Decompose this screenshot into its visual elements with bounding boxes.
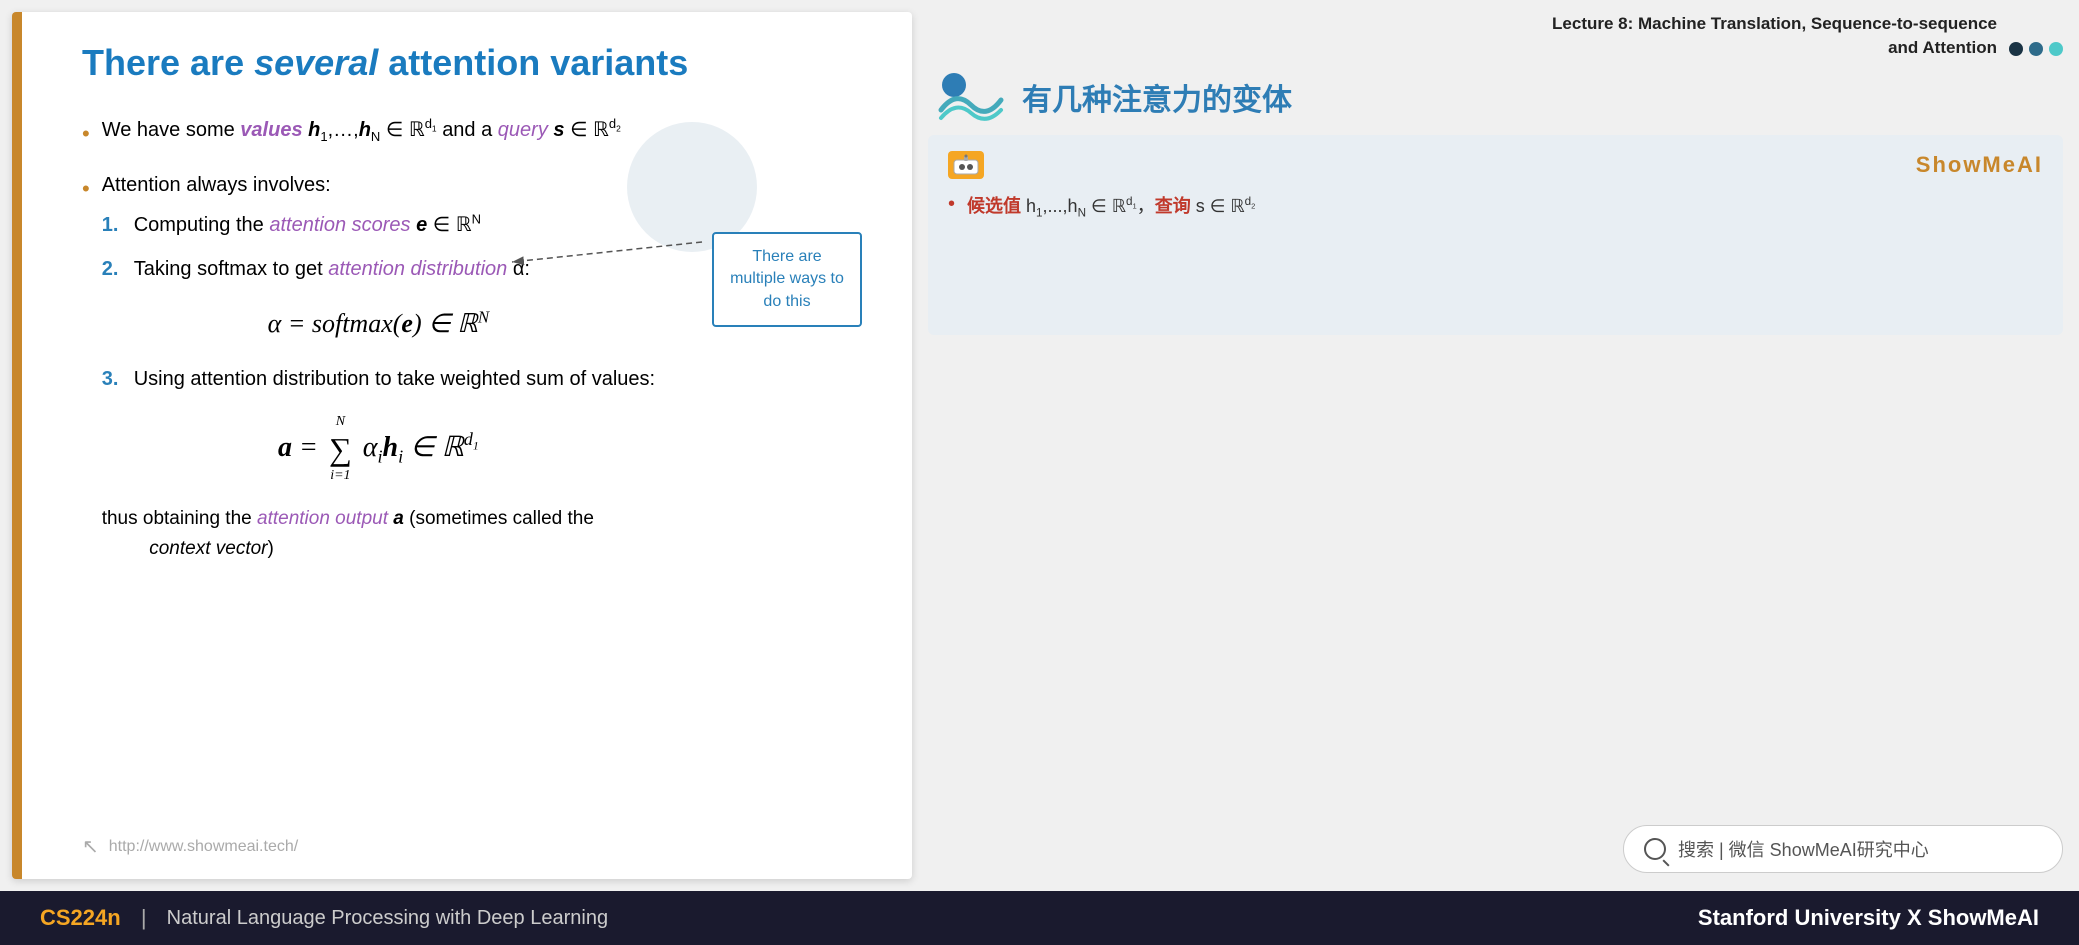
dot-2 (2029, 42, 2043, 56)
footer-x: X (1907, 905, 1928, 930)
sum-symbol: N ∑ i=1 (329, 411, 352, 488)
footer: CS224n | Natural Language Processing wit… (0, 891, 2079, 945)
attention-output-text: attention output (257, 508, 388, 529)
footer-course-code: CS224n (40, 905, 121, 931)
bullet-dot-2: • (82, 171, 90, 206)
annotation-box: There are multiple ways to do this (712, 232, 862, 327)
footer-right: Stanford University X ShowMeAI (1698, 905, 2039, 931)
query-text: query (498, 119, 548, 141)
title-italic: several (254, 42, 378, 83)
showmeai-card: ShowMeAI • 候选值 h1,...,hN ∈ ℝd1，查询 s ∈ ℝd… (928, 135, 2063, 335)
dot-3 (2049, 42, 2063, 56)
card-bullet-dot: • (948, 193, 955, 216)
bullet-1: • We have some values h1,…,hN ∈ ℝd1 and … (82, 114, 862, 151)
footer-left: CS224n | Natural Language Processing wit… (40, 905, 608, 931)
spacer (928, 345, 2063, 815)
right-panel: Lecture 8: Machine Translation, Sequence… (912, 0, 2079, 891)
lecture-dots (2009, 42, 2063, 56)
numbered-list: 1. Computing the attention scores e ∈ ℝN… (102, 209, 655, 285)
attention-dist-text: attention distribution (328, 258, 507, 280)
bullet-1-text: We have some values h1,…,hN ∈ ℝd1 and a … (102, 114, 621, 148)
search-text: 搜索 | 微信 ShowMeAI研究中心 (1678, 836, 1929, 862)
formula-a: a = N ∑ i=1 αihi ∈ ℝd1 (102, 411, 655, 488)
title-part2: attention variants (378, 42, 688, 83)
card-bullet: • 候选值 h1,...,hN ∈ ℝd1，查询 s ∈ ℝd2 (948, 193, 2043, 222)
lecture-header: Lecture 8: Machine Translation, Sequence… (928, 8, 2063, 60)
search-bar[interactable]: 搜索 | 微信 ShowMeAI研究中心 (1623, 825, 2063, 873)
formula-alpha: α = softmax(e) ∈ ℝN (102, 303, 655, 345)
showmeai-robot-icon (948, 151, 984, 179)
bullet-dot-1: • (82, 116, 90, 151)
numbered-item-1: 1. Computing the attention scores e ∈ ℝN (102, 209, 655, 241)
dot-1 (2009, 42, 2023, 56)
footer-brand: ShowMeAI (1928, 905, 2039, 930)
numbered-item-3: 3. Using attention distribution to take … (102, 363, 655, 395)
footer-divider: | (135, 905, 153, 931)
footer-course-name: Natural Language Processing with Deep Le… (167, 907, 608, 930)
slide-panel: There are several attention variants • W… (12, 12, 912, 879)
footer-university: Stanford University (1698, 905, 1901, 930)
chinese-title: 有几种注意力的变体 (1022, 75, 1292, 119)
slide-watermark: ↖ http://www.showmeai.tech/ (82, 834, 298, 859)
lecture-title-block: Lecture 8: Machine Translation, Sequence… (1552, 12, 1997, 60)
conclusion-text: thus obtaining the attention output a (s… (102, 504, 655, 565)
numbered-item-2: 2. Taking softmax to get attention distr… (102, 253, 655, 285)
slide-title: There are several attention variants (82, 42, 862, 84)
wave-icon (936, 70, 1006, 125)
showmeai-brand: ShowMeAI (1916, 152, 2043, 178)
numbered-list-3: 3. Using attention distribution to take … (102, 363, 655, 395)
showmeai-header: ShowMeAI (948, 151, 2043, 179)
title-part1: There are (82, 42, 254, 83)
card-bullet-text: 候选值 h1,...,hN ∈ ℝd1，查询 s ∈ ℝd2 (967, 193, 1255, 222)
bullet-2-content: Attention always involves: 1. Computing … (102, 169, 655, 564)
search-icon (1644, 838, 1666, 860)
watermark-icon: ↖ (82, 834, 99, 859)
chinese-title-row: 有几种注意力的变体 (928, 70, 2063, 125)
bullet-2: • Attention always involves: 1. Computin… (82, 169, 862, 564)
attention-scores-text: attention scores (269, 214, 410, 236)
values-text: values (240, 119, 302, 141)
